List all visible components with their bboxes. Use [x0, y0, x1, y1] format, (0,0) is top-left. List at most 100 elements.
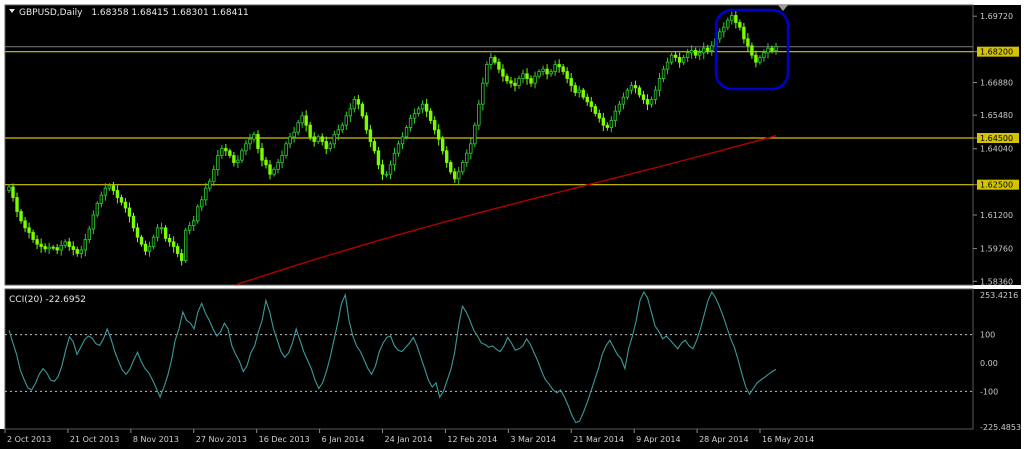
candle-body — [183, 229, 188, 261]
candle-body — [461, 162, 465, 173]
candle-body — [613, 110, 618, 121]
candle-body — [469, 143, 473, 154]
candle-body — [493, 57, 497, 63]
candle-body — [609, 120, 614, 128]
level-tag: 1.68200 — [980, 48, 1013, 57]
date-label: 24 Jan 2014 — [385, 435, 433, 444]
candle-body — [272, 169, 276, 175]
cci-scale-label: 253.4216 — [980, 291, 1018, 300]
candle-body — [416, 108, 421, 114]
candle-body — [71, 246, 75, 250]
candle-body — [380, 164, 385, 175]
candle-body — [240, 150, 244, 161]
candle-body — [224, 148, 228, 152]
candle-body — [336, 129, 340, 135]
candle-body — [649, 99, 654, 105]
candle-body — [11, 186, 15, 198]
candle-body — [280, 155, 284, 163]
candle-body — [625, 89, 630, 98]
candle-body — [509, 80, 513, 84]
level-tag: 1.62500 — [980, 181, 1013, 190]
candle-body — [424, 103, 429, 112]
candle-body — [533, 75, 537, 84]
candle-body — [726, 19, 730, 28]
candle-body — [368, 129, 373, 142]
candle-body — [702, 47, 706, 54]
candle-body — [364, 115, 369, 131]
candle-body — [256, 134, 260, 149]
candle-body — [477, 103, 481, 126]
candle-body — [204, 187, 208, 201]
candle-body — [91, 214, 96, 230]
candle-body — [669, 54, 674, 63]
symbol-header: GBPUSD,Daily 1.68358 1.68415 1.68301 1.6… — [19, 8, 249, 18]
date-label: 9 Apr 2014 — [636, 435, 680, 444]
candle-body — [179, 253, 184, 261]
candle-body — [766, 47, 770, 54]
candle-body — [348, 108, 353, 117]
candle-body — [653, 89, 658, 100]
candle-body — [308, 124, 312, 138]
candle-body — [95, 202, 100, 216]
candle-body — [167, 237, 172, 243]
candle-body — [657, 78, 662, 91]
candle-body — [268, 164, 272, 175]
candle-body — [545, 68, 549, 75]
candle-body — [561, 66, 565, 72]
candle-body — [706, 47, 710, 51]
candle-body — [292, 131, 296, 138]
candle-body — [408, 117, 413, 128]
indicator-panel[interactable] — [5, 289, 973, 429]
candle-body — [445, 150, 449, 163]
date-label: 16 Dec 2013 — [259, 435, 310, 444]
candle-body — [746, 38, 750, 47]
candle-body — [159, 227, 164, 230]
candle-body — [693, 50, 698, 56]
candle-body — [212, 169, 216, 182]
chart-window: GBPUSD,Daily 1.68358 1.68415 1.68301 1.6… — [0, 0, 1024, 449]
candle-body — [585, 96, 589, 103]
candle-body — [360, 103, 365, 117]
cci-scale-label: 100 — [980, 331, 995, 340]
candle-body — [569, 78, 573, 86]
candle-body — [404, 127, 409, 138]
candle-body — [581, 89, 585, 98]
candle-body — [87, 228, 92, 240]
candle-body — [236, 159, 240, 163]
candle-body — [440, 138, 445, 152]
candle-body — [103, 187, 108, 196]
candle-body — [689, 50, 694, 54]
candle-body — [127, 207, 132, 217]
candle-body — [677, 57, 682, 63]
candle-body — [734, 15, 738, 23]
candle-body — [525, 73, 529, 79]
candle-body — [59, 244, 63, 251]
candle-body — [742, 26, 746, 40]
candle-body — [629, 85, 634, 91]
candle-body — [388, 164, 393, 175]
candle-body — [63, 241, 67, 246]
candle-body — [617, 103, 622, 112]
candle-body — [593, 106, 597, 114]
candle-body — [457, 171, 461, 180]
candle-body — [412, 113, 417, 119]
candle-body — [192, 220, 196, 226]
candle-body — [15, 197, 19, 212]
candle-body — [43, 246, 47, 250]
candle-body — [296, 122, 300, 133]
candle-body — [83, 239, 87, 251]
candle-body — [155, 227, 160, 238]
candle-body — [115, 190, 120, 198]
price-scale-label: 1.58360 — [980, 277, 1013, 286]
date-label: 2 Oct 2013 — [7, 435, 51, 444]
candle-body — [244, 143, 248, 152]
candle-body — [147, 246, 152, 252]
price-scale-label: 1.69720 — [980, 12, 1013, 21]
candle-body — [681, 57, 686, 63]
candle-body — [7, 186, 11, 191]
candle-body — [573, 85, 577, 93]
candle-body — [710, 45, 714, 51]
candle-body — [501, 68, 505, 77]
candle-body — [324, 141, 328, 149]
candle-body — [79, 249, 83, 254]
